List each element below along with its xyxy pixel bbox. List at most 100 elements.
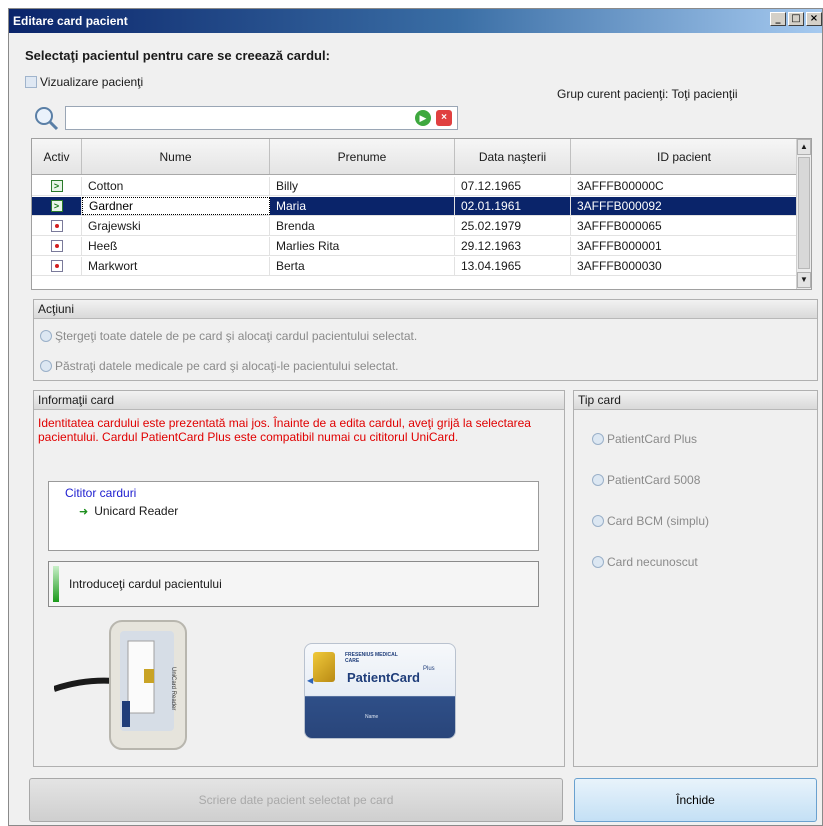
window-controls: _ □ ×: [770, 12, 822, 26]
actions-panel: Acţiuni Ştergeţi toate datele de pe card…: [33, 299, 818, 381]
cell-prenume: Marlies Rita: [270, 237, 455, 255]
cell-id: 3AFFFB000001: [571, 237, 798, 255]
cell-data: 02.01.1961: [455, 197, 571, 215]
table-row[interactable]: > Cotton Billy 07.12.1965 3AFFFB00000C: [32, 177, 798, 196]
cell-data: 25.02.1979: [455, 217, 571, 235]
go-search-icon[interactable]: ▶: [415, 110, 431, 126]
actions-panel-header: Acţiuni: [34, 300, 817, 319]
chip-icon: [313, 652, 335, 682]
active-status-icon: >: [50, 200, 63, 212]
inactive-status-icon: [50, 260, 63, 272]
search-text[interactable]: [68, 108, 418, 128]
patient-card-image: FRESENIUS MEDICAL CARE ◀ PatientCard Plu…: [304, 643, 456, 739]
cell-data: 07.12.1965: [455, 177, 571, 195]
write-card-button[interactable]: Scriere date pacient selectat pe card: [29, 778, 563, 822]
cell-nume: Cotton: [82, 177, 270, 195]
table-row[interactable]: Heeß Marlies Rita 29.12.1963 3AFFFB00000…: [32, 237, 798, 256]
scroll-up-icon[interactable]: ▲: [797, 139, 811, 155]
action-option-keep-label: Păstraţi datele medicale pe card şi aloc…: [55, 359, 399, 373]
cell-nume: Gardner: [82, 197, 270, 215]
cell-prenume: Billy: [270, 177, 455, 195]
card-type-option-label: PatientCard 5008: [607, 473, 701, 487]
search-icon[interactable]: [31, 105, 61, 131]
column-header-nume[interactable]: Nume: [82, 139, 270, 174]
tree-item-unicard-reader[interactable]: ➜ Unicard Reader: [79, 504, 178, 518]
card-type-option-label: Card necunoscut: [607, 555, 698, 569]
action-option-wipe-label: Ştergeţi toate datele de pe card şi aloc…: [55, 329, 418, 343]
table-row-selected[interactable]: > Gardner Maria 02.01.1961 3AFFFB000092: [32, 197, 798, 216]
card-name-field: Name: [365, 714, 379, 720]
card-type-option-label: Card BCM (simplu): [607, 514, 710, 528]
card-type-option[interactable]: PatientCard 5008: [592, 473, 700, 487]
maximize-button[interactable]: □: [788, 12, 804, 26]
cell-nume: Markwort: [82, 257, 270, 275]
card-type-option[interactable]: Card necunoscut: [592, 555, 698, 569]
card-type-option[interactable]: PatientCard Plus: [592, 432, 697, 446]
minimize-button[interactable]: _: [770, 12, 786, 26]
radio-icon[interactable]: [592, 474, 604, 486]
inactive-status-icon: [50, 240, 63, 252]
scroll-down-icon[interactable]: ▼: [797, 272, 811, 288]
cell-nume: Heeß: [82, 237, 270, 255]
card-type-option[interactable]: Card BCM (simplu): [592, 514, 709, 528]
status-indicator: [53, 566, 59, 602]
radio-icon[interactable]: [40, 360, 52, 372]
table-header: Activ Nume Prenume Data naşterii ID paci…: [32, 139, 798, 175]
column-header-id-pacient[interactable]: ID pacient: [571, 139, 798, 174]
clear-search-icon[interactable]: ×: [436, 110, 452, 126]
patient-table: Activ Nume Prenume Data naşterii ID paci…: [31, 138, 812, 290]
title-bar: Editare card pacient _ □ ×: [9, 9, 822, 33]
cell-prenume: Maria: [270, 197, 455, 215]
card-info-message: Identitatea cardului este prezentată mai…: [38, 416, 531, 444]
card-type-option-label: PatientCard Plus: [607, 432, 698, 446]
card-brand-suffix: Plus: [423, 666, 435, 672]
cell-data: 13.04.1965: [455, 257, 571, 275]
reader-label: UniCard Reader: [170, 667, 176, 711]
cell-prenume: Berta: [270, 257, 455, 275]
card-company-text: FRESENIUS MEDICAL CARE: [345, 652, 398, 664]
view-patients-label: Vizualizare pacienţi: [40, 75, 144, 89]
card-status-text: Introduceţi cardul pacientului: [69, 577, 222, 591]
view-patients-checkbox[interactable]: [25, 76, 37, 88]
radio-icon[interactable]: [40, 330, 52, 342]
column-header-data-nasterii[interactable]: Data naşterii: [455, 139, 571, 174]
table-row[interactable]: Markwort Berta 13.04.1965 3AFFFB000030: [32, 257, 798, 276]
page-title: Selectaţi pacientul pentru care se creea…: [25, 48, 330, 63]
cell-prenume: Brenda: [270, 217, 455, 235]
cell-data: 29.12.1963: [455, 237, 571, 255]
card-type-panel: Tip card PatientCard Plus PatientCard 50…: [573, 390, 818, 767]
card-reader-image: UniCard Reader: [53, 619, 204, 754]
radio-icon[interactable]: [592, 556, 604, 568]
card-brand-text: PatientCard: [347, 670, 420, 685]
radio-icon[interactable]: [592, 433, 604, 445]
cell-id: 3AFFFB00000C: [571, 177, 798, 195]
radio-icon[interactable]: [592, 515, 604, 527]
inactive-status-icon: [50, 220, 63, 232]
cell-id: 3AFFFB000065: [571, 217, 798, 235]
tree-item-label: Unicard Reader: [94, 504, 179, 518]
card-status-box: Introduceţi cardul pacientului: [48, 561, 539, 607]
card-info-header: Informaţii card: [34, 391, 564, 410]
view-patients-toggle[interactable]: Vizualizare pacienţi: [25, 75, 143, 89]
close-button[interactable]: Închide: [574, 778, 817, 822]
table-row[interactable]: Grajewski Brenda 25.02.1979 3AFFFB000065: [32, 217, 798, 236]
search-input[interactable]: ▶ ×: [65, 106, 458, 130]
current-group-label: Grup curent pacienţi: Toţi pacienţii: [557, 87, 738, 101]
active-status-icon: >: [50, 180, 63, 192]
cell-id: 3AFFFB000030: [571, 257, 798, 275]
scroll-thumb[interactable]: [798, 157, 810, 269]
search-row: ▶ ×: [31, 105, 458, 131]
table-scrollbar[interactable]: ▲ ▼: [796, 139, 811, 289]
close-window-button[interactable]: ×: [806, 12, 822, 26]
window-title: Editare card pacient: [13, 14, 128, 28]
cell-nume: Grajewski: [82, 217, 270, 235]
action-option-wipe[interactable]: Ştergeţi toate datele de pe card şi aloc…: [40, 329, 417, 343]
reader-tree[interactable]: Cititor carduri ➜ Unicard Reader: [48, 481, 539, 551]
cell-id: 3AFFFB000092: [571, 197, 798, 215]
card-type-header: Tip card: [574, 391, 817, 410]
action-option-keep[interactable]: Păstraţi datele medicale pe card şi aloc…: [40, 359, 399, 373]
column-header-activ[interactable]: Activ: [32, 139, 82, 174]
tree-root-readers[interactable]: Cititor carduri: [65, 486, 136, 500]
card-info-panel: Informaţii card Identitatea cardului est…: [33, 390, 565, 767]
column-header-prenume[interactable]: Prenume: [270, 139, 455, 174]
